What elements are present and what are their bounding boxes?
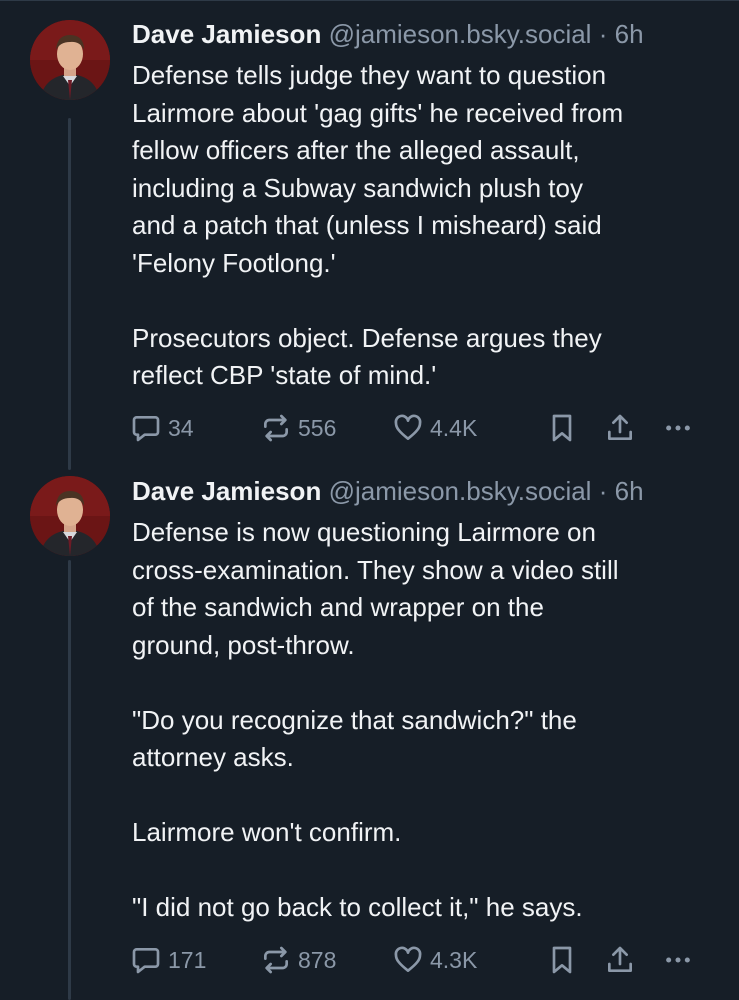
post-header: Dave Jamieson @jamieson.bsky.social · 6h	[132, 474, 722, 508]
more-options-button[interactable]	[662, 942, 694, 978]
post-text: Defense tells judge they want to questio…	[132, 57, 722, 395]
reply-icon	[132, 948, 160, 974]
post-text: Defense is now questioning Lairmore on c…	[132, 514, 722, 927]
share-button[interactable]	[604, 942, 636, 978]
avatar[interactable]	[30, 20, 110, 100]
repost-button[interactable]: 556	[260, 410, 336, 446]
post[interactable]: Dave Jamieson @jamieson.bsky.social · 6h…	[0, 0, 739, 470]
more-icon	[666, 425, 690, 431]
post[interactable]: Dave Jamieson @jamieson.bsky.social · 6h…	[0, 470, 739, 1000]
reply-count: 34	[168, 414, 194, 441]
like-button[interactable]: 4.3K	[392, 942, 477, 978]
bookmark-icon	[552, 946, 572, 974]
like-count: 4.4K	[430, 414, 478, 441]
post-text-line: Defense tells judge they want to questio…	[132, 60, 607, 90]
share-button[interactable]	[604, 410, 636, 446]
post-text-line: reflect CBP 'state of mind.'	[132, 360, 437, 390]
post-text-line: including a Subway sandwich plush toy	[132, 172, 583, 203]
handle[interactable]: @jamieson.bsky.social	[329, 476, 592, 506]
post-text-line: cross-examination. They show a video sti…	[132, 554, 619, 585]
post-text-line: "I did not go back to collect it," he sa…	[132, 892, 583, 922]
repost-count: 556	[298, 414, 337, 441]
avatar-image	[30, 476, 110, 556]
separator-dot: ·	[598, 476, 608, 506]
reply-count: 171	[168, 946, 207, 973]
reply-button[interactable]: 171	[130, 942, 206, 978]
share-icon	[608, 414, 632, 440]
more-options-button[interactable]	[662, 410, 694, 446]
like-icon	[394, 946, 422, 972]
post-text-line: fellow officers after the alleged assaul…	[132, 135, 580, 165]
handle[interactable]: @jamieson.bsky.social	[329, 19, 592, 49]
more-icon	[666, 957, 690, 963]
post-header: Dave Jamieson @jamieson.bsky.social · 6h	[132, 17, 722, 51]
avatar[interactable]	[30, 476, 110, 556]
post-text-line: of the sandwich and wrapper on the	[132, 592, 544, 622]
post-text-line: and a patch that (unless I misheard) sai…	[132, 210, 602, 240]
share-icon	[608, 946, 632, 972]
post-text-line: "Do you recognize that sandwich?" the	[132, 704, 577, 735]
repost-icon	[264, 414, 288, 442]
bookmark-button[interactable]	[546, 410, 578, 446]
repost-icon	[264, 946, 288, 974]
post-text-line: ground, post-throw.	[132, 629, 355, 660]
display-name[interactable]: Dave Jamieson	[132, 476, 321, 506]
post-text-line: Lairmore won't confirm.	[132, 817, 402, 847]
post-text-line: 'Felony Footlong.'	[132, 247, 336, 278]
bookmark-button[interactable]	[546, 942, 578, 978]
like-button[interactable]: 4.4K	[392, 410, 477, 446]
repost-button[interactable]: 878	[260, 942, 336, 978]
post-text-line: Lairmore about 'gag gifts' he received f…	[132, 97, 624, 128]
post-text-line: attorney asks.	[132, 742, 294, 772]
post-actions: 34 556 4.4K	[130, 410, 710, 446]
reply-icon	[132, 416, 160, 442]
post-text-line: Prosecutors object. Defense argues they	[132, 322, 602, 353]
separator-dot: ·	[598, 19, 608, 49]
like-count: 4.3K	[430, 946, 478, 973]
post-actions: 171 878 4.3K	[130, 942, 710, 978]
like-icon	[394, 414, 422, 440]
timestamp[interactable]: 6h	[615, 476, 644, 506]
reply-button[interactable]: 34	[130, 410, 194, 446]
avatar-image	[30, 20, 110, 100]
bookmark-icon	[552, 414, 572, 442]
timestamp[interactable]: 6h	[615, 19, 644, 49]
display-name[interactable]: Dave Jamieson	[132, 19, 321, 49]
repost-count: 878	[298, 946, 337, 973]
post-text-line: Defense is now questioning Lairmore on	[132, 517, 596, 547]
